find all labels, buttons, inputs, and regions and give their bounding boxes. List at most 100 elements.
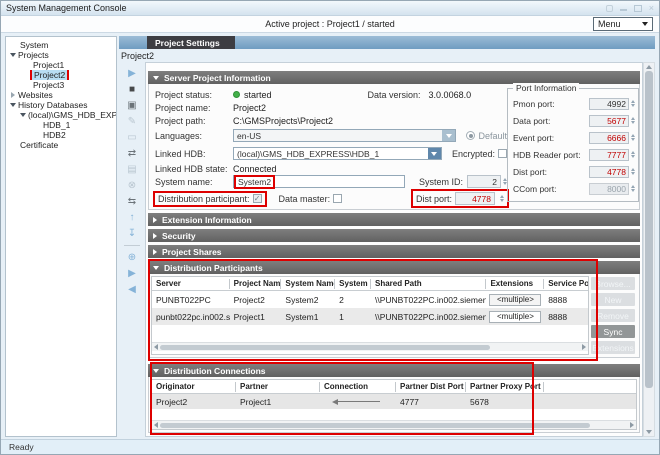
tree-item-history-databases[interactable]: History Databases: [6, 100, 116, 110]
section-header-distribution-participants[interactable]: Distribution Participants: [148, 261, 640, 274]
deactivate-icon[interactable]: ◀: [126, 283, 139, 296]
tree-item-websites[interactable]: Websites: [6, 90, 116, 100]
scroll-right-icon[interactable]: [582, 344, 586, 350]
distribution-participant-checkbox[interactable]: ✓: [253, 194, 262, 203]
edit-project-icon[interactable]: ✎: [126, 115, 139, 128]
new-button[interactable]: New: [591, 293, 635, 306]
tree-item-certificate[interactable]: Certificate: [6, 140, 116, 150]
close-icon[interactable]: ×: [649, 4, 654, 13]
remove-button[interactable]: Remove: [591, 309, 635, 322]
encrypted-checkbox[interactable]: [498, 149, 507, 158]
participants-horizontal-scrollbar[interactable]: [152, 342, 588, 351]
data-version-value: 3.0.0068.0: [429, 90, 472, 100]
tree-item-projects[interactable]: Projects: [6, 50, 116, 60]
tree-item-hdb1[interactable]: HDB_1: [6, 120, 116, 130]
section-header-distribution-connections[interactable]: Distribution Connections: [148, 364, 640, 377]
expand-icon: [153, 217, 157, 223]
linked-hdb-state-value: Connected: [233, 164, 277, 174]
scroll-right-icon[interactable]: [630, 422, 634, 428]
pin-icon[interactable]: ↧: [126, 227, 139, 240]
spinner-arrows-icon[interactable]: [631, 134, 635, 141]
expander-closed-icon[interactable]: [11, 92, 15, 98]
tree-item-system[interactable]: System: [6, 40, 116, 50]
extensions-combo[interactable]: <multiple>: [489, 294, 541, 306]
tree-item-project2[interactable]: Project2: [6, 70, 116, 80]
participants-row-2[interactable]: punbt022pc.in002.siemen Project1 System1…: [152, 308, 588, 325]
section-header-security[interactable]: Security: [148, 229, 640, 242]
spinner-arrows-icon[interactable]: [631, 168, 635, 175]
app-window: System Management Console × Active proje…: [0, 0, 660, 455]
tree-item-project1[interactable]: Project1: [6, 60, 116, 70]
linked-hdb-dropdown[interactable]: (local)\GMS_HDB_EXPRESS\HDB_1: [233, 147, 442, 160]
tab-project-settings[interactable]: Project Settings: [147, 36, 235, 49]
default-language-radio[interactable]: [466, 131, 475, 140]
section-header-project-shares[interactable]: Project Shares: [148, 245, 640, 258]
link-hdb-icon[interactable]: ⇄: [126, 147, 139, 160]
save-icon[interactable]: ▤: [126, 163, 139, 176]
spinner-arrows-icon[interactable]: [500, 195, 504, 202]
chevron-down-icon: [642, 22, 648, 26]
collapse-icon: [153, 76, 159, 80]
delete-icon[interactable]: ⊗: [126, 179, 139, 192]
start-project-icon[interactable]: ▶: [126, 67, 139, 80]
encrypted-label: Encrypted:: [452, 149, 495, 159]
expander-open-icon[interactable]: [20, 113, 26, 117]
maximize-icon[interactable]: [634, 5, 642, 12]
tree-item-hdb2[interactable]: HDB2: [6, 130, 116, 140]
relink-icon[interactable]: ⇆: [126, 195, 139, 208]
expander-open-icon[interactable]: [10, 103, 16, 107]
extensions-combo[interactable]: <multiple>: [489, 311, 541, 323]
dropdown-arrow-icon[interactable]: [428, 148, 441, 159]
browse-button[interactable]: Browse...: [591, 277, 635, 290]
stop-project-icon[interactable]: ■: [126, 83, 139, 96]
connections-row-1[interactable]: Project2 Project1 4777 5678: [152, 394, 636, 409]
scroll-left-icon[interactable]: [154, 344, 158, 350]
pmon-port-spinner[interactable]: 4992: [589, 98, 629, 110]
spinner-arrows-icon[interactable]: [631, 100, 635, 107]
data-port-spinner[interactable]: 5677: [589, 115, 629, 127]
panel-vertical-scrollbar[interactable]: [643, 62, 655, 437]
data-master-checkbox[interactable]: [333, 194, 342, 203]
scroll-up-icon[interactable]: [646, 65, 652, 69]
menu-dropdown[interactable]: Menu: [593, 17, 653, 31]
linked-hdb-label: Linked HDB:: [155, 149, 233, 159]
active-project-bar: Active project : Project1 / started Menu: [1, 16, 659, 33]
dropdown-arrow-icon[interactable]: [442, 130, 455, 141]
minimize-icon[interactable]: [620, 9, 627, 11]
dist-port-label: Dist port:: [416, 194, 452, 204]
participants-buttons: Browse... New Remove Sync Extensions: [589, 276, 637, 355]
dist-port-info-spinner[interactable]: 4778: [589, 166, 629, 178]
scrollbar-thumb[interactable]: [160, 423, 590, 428]
add-icon[interactable]: ⊕: [126, 251, 139, 264]
hdb-reader-port-spinner[interactable]: 7777: [589, 149, 629, 161]
copy-project-icon[interactable]: ▣: [126, 99, 139, 112]
connections-horizontal-scrollbar[interactable]: [152, 420, 636, 429]
event-port-spinner[interactable]: 6666: [589, 132, 629, 144]
activate-icon[interactable]: ▶: [126, 267, 139, 280]
collapse-icon: [153, 266, 159, 270]
expander-open-icon[interactable]: [10, 53, 16, 57]
data-port-label: Data port:: [513, 116, 550, 126]
port-information-group: Port Information Pmon port: 4992 Data po…: [507, 88, 639, 202]
spinner-arrows-icon[interactable]: [631, 117, 635, 124]
section-extension-information: Extension Information: [148, 213, 640, 226]
languages-dropdown[interactable]: en-US: [233, 129, 456, 142]
sync-button[interactable]: Sync: [591, 325, 635, 338]
upgrade-icon[interactable]: ↑: [126, 211, 139, 224]
dist-port-spinner[interactable]: 4778: [455, 192, 495, 205]
tree-item-hdb-express[interactable]: (local)\GMS_HDB_EXPRESS: [6, 110, 116, 120]
system-name-input[interactable]: System2: [233, 175, 405, 188]
scrollbar-thumb[interactable]: [645, 71, 653, 388]
spinner-arrows-icon[interactable]: [631, 151, 635, 158]
scroll-left-icon[interactable]: [154, 422, 158, 428]
participants-row-1[interactable]: PUNBT022PC Project2 System2 2 \\PUNBT022…: [152, 291, 588, 308]
project-status-value: started: [244, 90, 272, 100]
section-header-extension-information[interactable]: Extension Information: [148, 213, 640, 226]
system-id-spinner[interactable]: 2: [467, 175, 501, 188]
scroll-down-icon[interactable]: [646, 430, 652, 434]
menu-label: Menu: [598, 19, 642, 29]
tree-item-project3[interactable]: Project3: [6, 80, 116, 90]
extensions-button[interactable]: Extensions: [591, 341, 635, 354]
rename-project-icon[interactable]: ▭: [126, 131, 139, 144]
scrollbar-thumb[interactable]: [160, 345, 490, 350]
